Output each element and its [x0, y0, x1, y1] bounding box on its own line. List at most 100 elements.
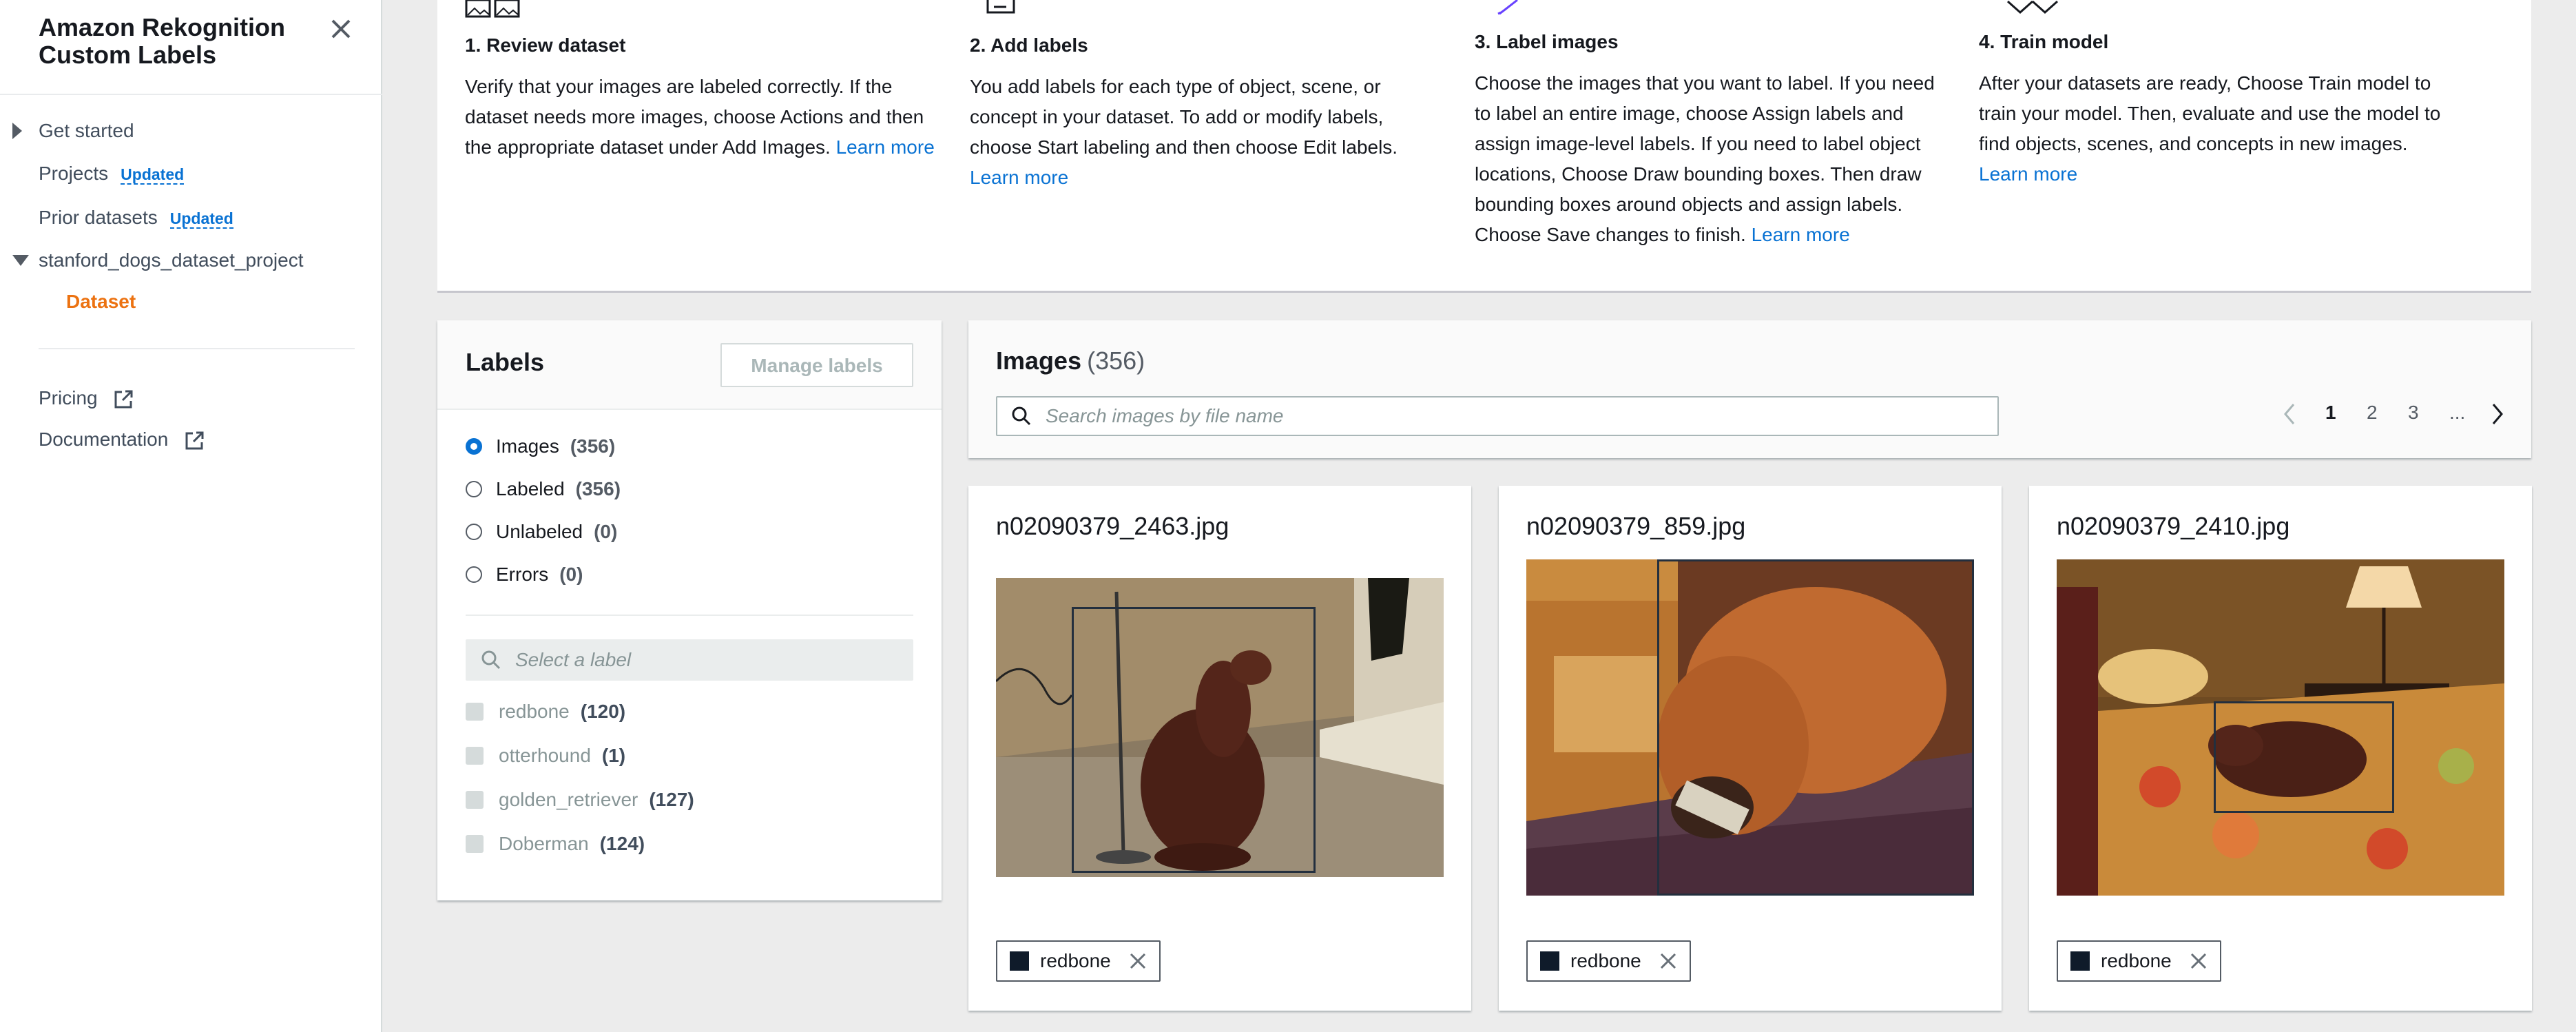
remove-label-button[interactable] — [2190, 952, 2208, 970]
side-navigation: Amazon Rekognition Custom Labels Get sta… — [0, 0, 382, 1032]
search-placeholder: Select a label — [515, 649, 632, 670]
divider — [466, 615, 913, 616]
label-tag: redbone — [2057, 940, 2221, 982]
step-text: Choose the images that you want to label… — [1475, 72, 1935, 245]
radio-button[interactable] — [466, 481, 482, 497]
nav-label: stanford_dogs_dataset_project — [39, 249, 304, 271]
image-card[interactable]: n02090379_2463.jpg redbone — [968, 486, 1471, 1011]
caret-down-icon — [12, 255, 29, 266]
learn-more-link[interactable]: Learn more — [836, 136, 935, 158]
checkbox[interactable] — [466, 791, 484, 809]
close-icon — [1130, 953, 1145, 969]
step-description: Choose the images that you want to label… — [1475, 68, 1950, 250]
close-navigation-button[interactable] — [327, 15, 355, 43]
checkbox[interactable] — [466, 835, 484, 853]
image-thumbnail[interactable] — [1526, 559, 1974, 896]
chevron-left-icon[interactable] — [2281, 402, 2298, 426]
chevron-right-icon[interactable] — [2489, 402, 2506, 426]
label-color-swatch — [1540, 951, 1559, 971]
remove-label-button[interactable] — [1659, 952, 1677, 970]
nav-label: Pricing — [39, 387, 98, 409]
filter-count: (0) — [594, 521, 618, 542]
filter-count: (0) — [559, 564, 583, 585]
divider — [0, 94, 382, 95]
label-name: golden_retriever — [499, 789, 638, 810]
radio-button[interactable] — [466, 566, 482, 583]
learn-more-link[interactable]: Learn more — [1979, 163, 2077, 185]
bounding-box — [1072, 607, 1316, 873]
image-thumbnail[interactable] — [996, 578, 1444, 877]
checkbox[interactable] — [466, 747, 484, 765]
close-icon — [331, 19, 351, 39]
nav-pricing[interactable]: Pricing — [39, 387, 134, 411]
nav-project[interactable]: stanford_dogs_dataset_project — [39, 249, 304, 271]
manage-labels-button[interactable]: Manage labels — [720, 343, 913, 387]
image-thumbnail[interactable] — [2057, 559, 2504, 896]
nav-dataset[interactable]: Dataset — [66, 291, 136, 313]
step-description: Verify that your images are labeled corr… — [465, 72, 940, 163]
radio-button[interactable] — [466, 438, 482, 455]
bounding-box — [1657, 559, 1974, 896]
filter-label: Unlabeled — [496, 521, 583, 542]
step-review-dataset: 1. Review dataset Verify that your image… — [465, 34, 940, 163]
image-filename: n02090379_2463.jpg — [996, 512, 1229, 540]
labels-panel: Labels Manage labels Images (356) Labeled… — [437, 320, 942, 900]
remove-label-button[interactable] — [1129, 952, 1147, 970]
filter-errors-radio[interactable]: Errors (0) — [466, 564, 583, 586]
nav-get-started[interactable]: Get started — [39, 120, 134, 142]
filter-unlabeled-radio[interactable]: Unlabeled (0) — [466, 521, 617, 543]
caret-right-icon — [12, 123, 22, 139]
step-add-labels: 2. Add labels You add labels for each ty… — [970, 34, 1445, 193]
step-title: 1. Review dataset — [465, 34, 626, 56]
cube-icon — [2007, 0, 2058, 14]
filter-labeled-radio[interactable]: Labeled (356) — [466, 478, 621, 500]
label-search-input[interactable]: Select a label — [466, 639, 913, 681]
close-icon — [2190, 953, 2206, 969]
label-name: otterhound — [499, 745, 591, 766]
nav-prior-datasets[interactable]: Prior datasets Updated — [39, 207, 233, 229]
nav-documentation[interactable]: Documentation — [39, 429, 205, 452]
external-link-icon — [114, 390, 133, 409]
filter-label: Images — [496, 435, 559, 457]
image-card[interactable]: n02090379_859.jpg redbone — [1499, 486, 2002, 1011]
label-item-golden-retriever[interactable]: golden_retriever (127) — [466, 789, 694, 811]
checkbox[interactable] — [466, 703, 484, 721]
image-card[interactable]: n02090379_2410.jpg redbone — [2029, 486, 2532, 1011]
nav-projects[interactable]: Projects Updated — [39, 163, 185, 185]
updated-badge: Updated — [121, 165, 185, 185]
images-icon — [465, 0, 520, 18]
learn-more-link[interactable]: Learn more — [1752, 224, 1850, 245]
labels-icon — [986, 0, 1015, 14]
page-1[interactable]: 1 — [2325, 402, 2336, 424]
label-item-doberman[interactable]: Doberman (124) — [466, 833, 645, 855]
nav-label: Documentation — [39, 429, 169, 450]
step-text: You add labels for each type of object, … — [970, 76, 1398, 158]
app-title: Amazon Rekognition Custom Labels — [39, 13, 285, 69]
label-tag-text: redbone — [1040, 950, 1111, 971]
image-search-field[interactable] — [996, 396, 1999, 436]
filter-label: Errors — [496, 564, 549, 585]
learn-more-link[interactable]: Learn more — [970, 167, 1068, 188]
label-item-otterhound[interactable]: otterhound (1) — [466, 745, 625, 767]
label-tag: redbone — [996, 940, 1161, 982]
image-search-input[interactable] — [1044, 404, 1942, 428]
step-title: 4. Train model — [1979, 31, 2109, 52]
page-ellipsis: ... — [2449, 402, 2466, 423]
page-2[interactable]: 2 — [2367, 402, 2378, 424]
step-description: After your datasets are ready, Choose Tr… — [1979, 68, 2454, 189]
page-3[interactable]: 3 — [2408, 402, 2419, 424]
step-title: 2. Add labels — [970, 34, 1088, 56]
label-name: Doberman — [499, 833, 589, 854]
nav-label: Projects — [39, 163, 109, 184]
filter-count: (356) — [575, 478, 621, 499]
label-item-redbone[interactable]: redbone (120) — [466, 701, 625, 723]
search-icon — [481, 650, 501, 670]
step-label-images: 3. Label images Choose the images that y… — [1475, 31, 1950, 250]
label-name: redbone — [499, 701, 570, 722]
labels-title: Labels — [466, 348, 545, 376]
image-filename: n02090379_2410.jpg — [2057, 512, 2290, 540]
step-text: After your datasets are ready, Choose Tr… — [1979, 72, 2441, 154]
filter-label: Labeled — [496, 478, 565, 499]
radio-button[interactable] — [466, 524, 482, 540]
filter-images-radio[interactable]: Images (356) — [466, 435, 615, 457]
